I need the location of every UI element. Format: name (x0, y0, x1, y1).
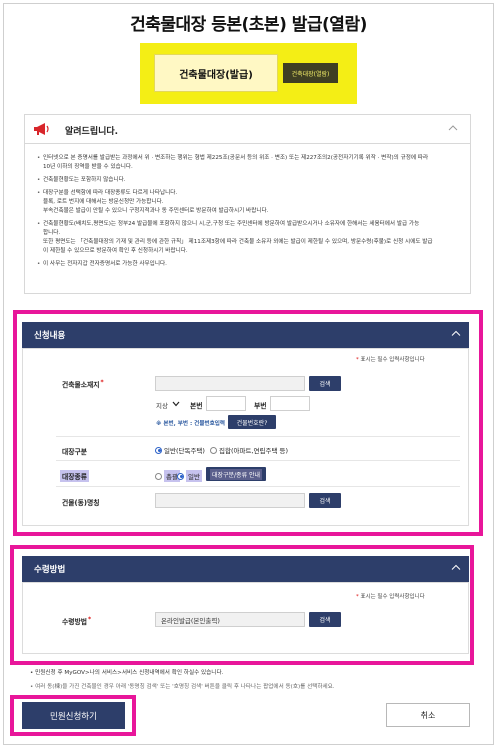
sub-number-input[interactable] (270, 396, 310, 411)
divider (56, 460, 460, 461)
building-name-input[interactable] (155, 493, 305, 508)
land-type-select[interactable]: 지상 (156, 400, 180, 410)
application-header-title: 신청내용 (34, 331, 66, 341)
notice-title: 알려드립니다. (65, 127, 119, 137)
register-type-collective-radio[interactable]: 집합(아파트,연립주택 등) (210, 445, 288, 455)
receipt-header-title: 수령방법 (34, 565, 66, 575)
receipt-search-button[interactable]: 검색 (309, 612, 341, 627)
chevron-up-icon[interactable] (448, 124, 458, 134)
chevron-up-icon[interactable] (451, 564, 461, 575)
notice-item: 건축물현황도(배치도,평면도)는 정부24 발급물에 포함하지 않으니 시,군,… (37, 220, 458, 256)
apply-button[interactable]: 민원신청하기 (22, 702, 125, 729)
main-number-input[interactable] (206, 396, 246, 411)
notice-item: 인터넷으로 본 증명서를 발급받는 과정에서 위 · 변조하는 행위는 형법 제… (37, 154, 458, 172)
chevron-down-icon (172, 401, 180, 409)
radio-icon (155, 472, 162, 480)
megaphone-icon (33, 122, 51, 138)
receipt-method-label: 수령방법* (62, 616, 92, 626)
sub-number-label: 부번 (254, 402, 267, 410)
notice-item: 대장구분을 선택함에 따라 대장종류도 다르게 나타납니다. 블록, 로트 번지… (37, 189, 458, 216)
cancel-button[interactable]: 취소 (386, 703, 470, 727)
divider (56, 486, 460, 487)
tab-building-register-view[interactable]: 건축대장(열람) (283, 63, 338, 83)
register-kind-guide-button[interactable]: 대장구분/종류 안내 (206, 467, 266, 481)
address-label: 건축물소재지* (62, 379, 104, 389)
divider (56, 436, 460, 437)
notice-body: 인터넷으로 본 증명서를 발급받는 과정에서 위 · 변조하는 행위는 형법 제… (24, 144, 471, 294)
chevron-up-icon[interactable] (451, 330, 461, 341)
radio-selected-icon (155, 446, 162, 454)
notice-item: 건축물현황도는 포함하지 않습니다. (37, 176, 458, 185)
footnote: • 민원신청 후 MyGOV>나의 서비스>서비스 신청내역에서 확인 하실수 … (30, 670, 224, 676)
building-name-search-button[interactable]: 검색 (309, 493, 341, 508)
main-number-label: 본번 (190, 402, 203, 410)
register-kind-general-radio[interactable]: 일반 (177, 470, 202, 482)
address-search-button[interactable]: 검색 (309, 376, 341, 391)
page-title: 건축물대장 등본(초본) 발급(열람) (130, 15, 367, 35)
radio-icon (210, 446, 217, 454)
required-note: * 표시는 필수 입력사항입니다 (356, 594, 425, 600)
building-name-label: 건물(동)명칭 (62, 499, 100, 507)
address-input[interactable] (155, 376, 305, 391)
application-header[interactable]: 신청내용 (22, 322, 469, 348)
register-kind-label: 대장종류 (60, 470, 90, 482)
required-note: * 표시는 필수 입력사항입니다 (356, 357, 425, 363)
notice-item: 이 사무는 전자지갑 전자증명서로 가능한 사무입니다. (37, 260, 458, 269)
receipt-header[interactable]: 수령방법 (22, 556, 469, 582)
notice-header[interactable]: 알려드립니다. (24, 114, 471, 144)
register-type-general-radio[interactable]: 일반(단독주택) (155, 445, 205, 455)
receipt-method-input[interactable]: 온라인발급(본인출력) (155, 612, 305, 627)
number-note: ※ 본번, 부번 : 건물번호입력 (156, 421, 226, 427)
tab-building-register-issue[interactable]: 건축물대장(발급) (154, 54, 278, 92)
footnote: • 여러 동(棟)을 가진 건축물인 경우 아래 '동명칭 검색' 또는 '호명… (30, 684, 335, 690)
register-type-label: 대장구분 (62, 448, 88, 456)
building-number-help-button[interactable]: 건물번호란? (228, 415, 276, 429)
radio-selected-icon (177, 472, 184, 480)
